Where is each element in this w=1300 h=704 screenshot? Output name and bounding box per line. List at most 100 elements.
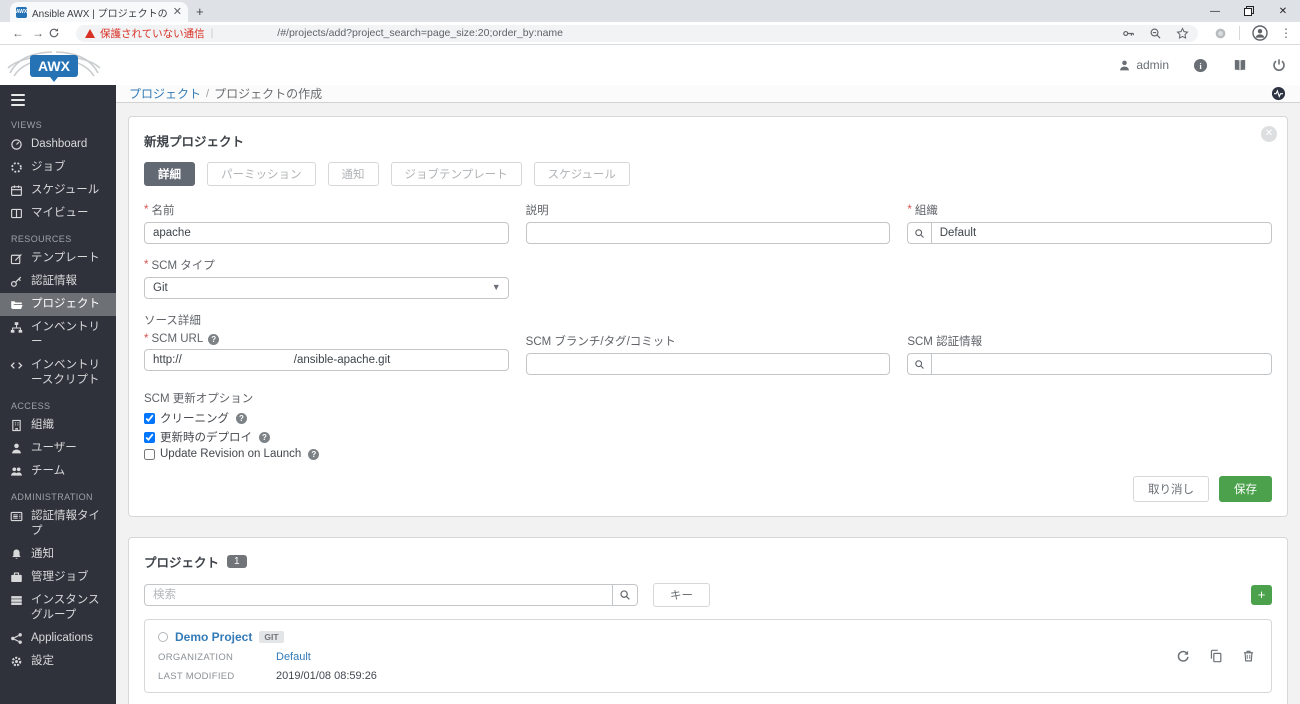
sidebar-item-jobs[interactable]: ジョブ	[0, 156, 116, 179]
organization-lookup-button[interactable]	[907, 222, 931, 244]
update-on-launch-label: Update Revision on Launch	[160, 448, 302, 460]
form-card-title: 新規プロジェクト	[144, 135, 245, 149]
sidebar-item-projects[interactable]: プロジェクト	[0, 293, 116, 316]
scm-branch-label: SCM ブランチ/タグ/コミット	[525, 336, 676, 348]
docs-book-icon[interactable]	[1232, 58, 1248, 73]
search-input[interactable]	[144, 584, 612, 606]
search-key-button[interactable]: キー	[653, 583, 710, 607]
sidebar-item-inventory-scripts[interactable]: インベントリースクリプト	[0, 354, 116, 392]
bookmark-star-icon[interactable]	[1176, 26, 1189, 40]
sidebar-item-my-view[interactable]: マイビュー	[0, 202, 116, 225]
cancel-button[interactable]: 取り消し	[1133, 476, 1209, 502]
update-on-launch-help-icon[interactable]: ?	[308, 448, 320, 460]
sidebar-item-notifications[interactable]: 通知	[0, 543, 116, 566]
scm-credential-label: SCM 認証情報	[907, 336, 983, 348]
copy-icon[interactable]	[1209, 649, 1223, 663]
tab-permissions[interactable]: パーミッション	[207, 162, 316, 186]
sidebar-item-credentials[interactable]: 認証情報	[0, 270, 116, 293]
address-bar[interactable]: 保護されていない通信 | /#/projects/add?project_sea…	[76, 24, 1198, 42]
form-tabs: 詳細 パーミッション 通知 ジョブテンプレート スケジュール	[144, 162, 1272, 186]
sidebar-item-users[interactable]: ユーザー	[0, 437, 116, 460]
tab-job-templates[interactable]: ジョブテンプレート	[390, 162, 522, 186]
card-close-icon[interactable]: ✕	[1261, 126, 1277, 142]
description-input[interactable]	[525, 222, 891, 244]
scm-sync-icon[interactable]	[1176, 649, 1190, 663]
sidebar-item-management-jobs[interactable]: 管理ジョブ	[0, 566, 116, 589]
scm-type-label: SCM タイプ	[151, 260, 215, 272]
sidebar-item-instance-groups[interactable]: インスタンスグループ	[0, 589, 116, 627]
delete-trash-icon[interactable]	[1242, 649, 1255, 663]
tab-close-icon[interactable]: ✕	[173, 6, 182, 18]
toolbar-divider	[1239, 26, 1240, 40]
tab-notifications[interactable]: 通知	[327, 162, 379, 186]
option-update-on-launch[interactable]: Update Revision on Launch ?	[144, 448, 1272, 460]
scm-type-badge: GIT	[259, 631, 284, 643]
scm-type-select[interactable]	[144, 277, 509, 299]
activity-stream-icon[interactable]	[1271, 86, 1286, 101]
building-icon	[12, 419, 21, 432]
tab-title: Ansible AWX | プロジェクトの作成	[32, 8, 168, 20]
window-restore-button[interactable]	[1232, 0, 1266, 22]
reload-button[interactable]	[48, 27, 68, 39]
clean-checkbox[interactable]	[144, 412, 155, 424]
profile-avatar[interactable]	[1252, 25, 1268, 41]
save-button[interactable]: 保存	[1219, 476, 1272, 502]
update-on-launch-checkbox[interactable]	[144, 448, 155, 460]
delete-on-update-checkbox[interactable]	[144, 431, 155, 443]
browser-tab[interactable]: AWX Ansible AWX | プロジェクトの作成 ✕	[10, 2, 188, 22]
sidebar-item-credential-types[interactable]: 認証情報タイプ	[0, 505, 116, 543]
scm-branch-input[interactable]	[525, 353, 891, 375]
project-status-icon[interactable]	[158, 632, 168, 642]
sidebar-item-schedules[interactable]: スケジュール	[0, 179, 116, 202]
window-close-button[interactable]: ✕	[1266, 0, 1300, 22]
share-icon	[11, 633, 22, 644]
tab-schedules[interactable]: スケジュール	[533, 162, 630, 186]
option-delete-on-update[interactable]: 更新時のデプロイ ?	[144, 429, 1272, 445]
scm-credential-lookup-button[interactable]	[907, 353, 931, 375]
browser-menu-icon[interactable]: ⋮	[1280, 26, 1292, 40]
password-key-icon[interactable]	[1122, 27, 1135, 40]
zoom-icon[interactable]	[1149, 27, 1162, 40]
window-minimize-button[interactable]: —	[1198, 0, 1232, 22]
last-modified-label: LAST MODIFIED	[158, 671, 235, 682]
project-row: Demo Project GIT ORGANIZATION Default LA…	[144, 619, 1272, 693]
awx-logo[interactable]: AWX	[6, 47, 102, 83]
extension-icon[interactable]	[1214, 27, 1227, 40]
logout-power-icon[interactable]	[1272, 58, 1286, 72]
dashboard-icon	[11, 139, 22, 150]
name-input[interactable]	[144, 222, 509, 244]
scm-url-input[interactable]: http:// /ansible-apache.git	[144, 349, 509, 371]
sidebar-item-templates[interactable]: テンプレート	[0, 247, 116, 270]
project-name-link[interactable]: Demo Project	[175, 630, 252, 644]
sidebar-item-dashboard[interactable]: Dashboard	[0, 133, 116, 156]
organization-input[interactable]	[930, 222, 1272, 244]
breadcrumb-projects-link[interactable]: プロジェクト	[129, 85, 201, 102]
security-warning-text: 保護されていない通信	[100, 27, 205, 40]
back-button[interactable]: ←	[8, 26, 28, 40]
required-asterisk: *	[144, 259, 149, 271]
last-modified-value: 2019/01/08 08:59:26	[276, 670, 377, 682]
tab-details[interactable]: 詳細	[144, 162, 195, 186]
search-icon	[620, 590, 630, 600]
about-info-icon[interactable]: i	[1193, 58, 1208, 73]
forward-button[interactable]: →	[28, 26, 48, 40]
scm-url-help-icon[interactable]: ?	[208, 333, 220, 345]
sidebar-item-applications[interactable]: Applications	[0, 627, 116, 650]
clean-help-icon[interactable]: ?	[236, 412, 247, 424]
new-tab-button[interactable]: +	[196, 4, 204, 19]
pencil-icon	[10, 254, 22, 265]
delete-on-update-help-icon[interactable]: ?	[259, 431, 270, 443]
hamburger-menu-icon[interactable]	[0, 85, 116, 111]
search-button[interactable]	[612, 584, 638, 606]
sidebar-item-teams[interactable]: チーム	[0, 460, 116, 483]
current-user[interactable]: admin	[1118, 58, 1169, 72]
organization-meta-value[interactable]: Default	[276, 651, 311, 663]
add-project-button[interactable]: +	[1251, 585, 1272, 605]
option-clean[interactable]: クリーニング ?	[144, 410, 1272, 426]
sidebar-item-inventories[interactable]: インベントリー	[0, 316, 116, 354]
sidebar-item-organizations[interactable]: 組織	[0, 414, 116, 437]
jobs-icon	[11, 162, 22, 173]
sidebar-item-settings[interactable]: 設定	[0, 650, 116, 673]
scm-url-suffix: /ansible-apache.git	[293, 354, 391, 366]
scm-credential-input[interactable]	[930, 353, 1272, 375]
